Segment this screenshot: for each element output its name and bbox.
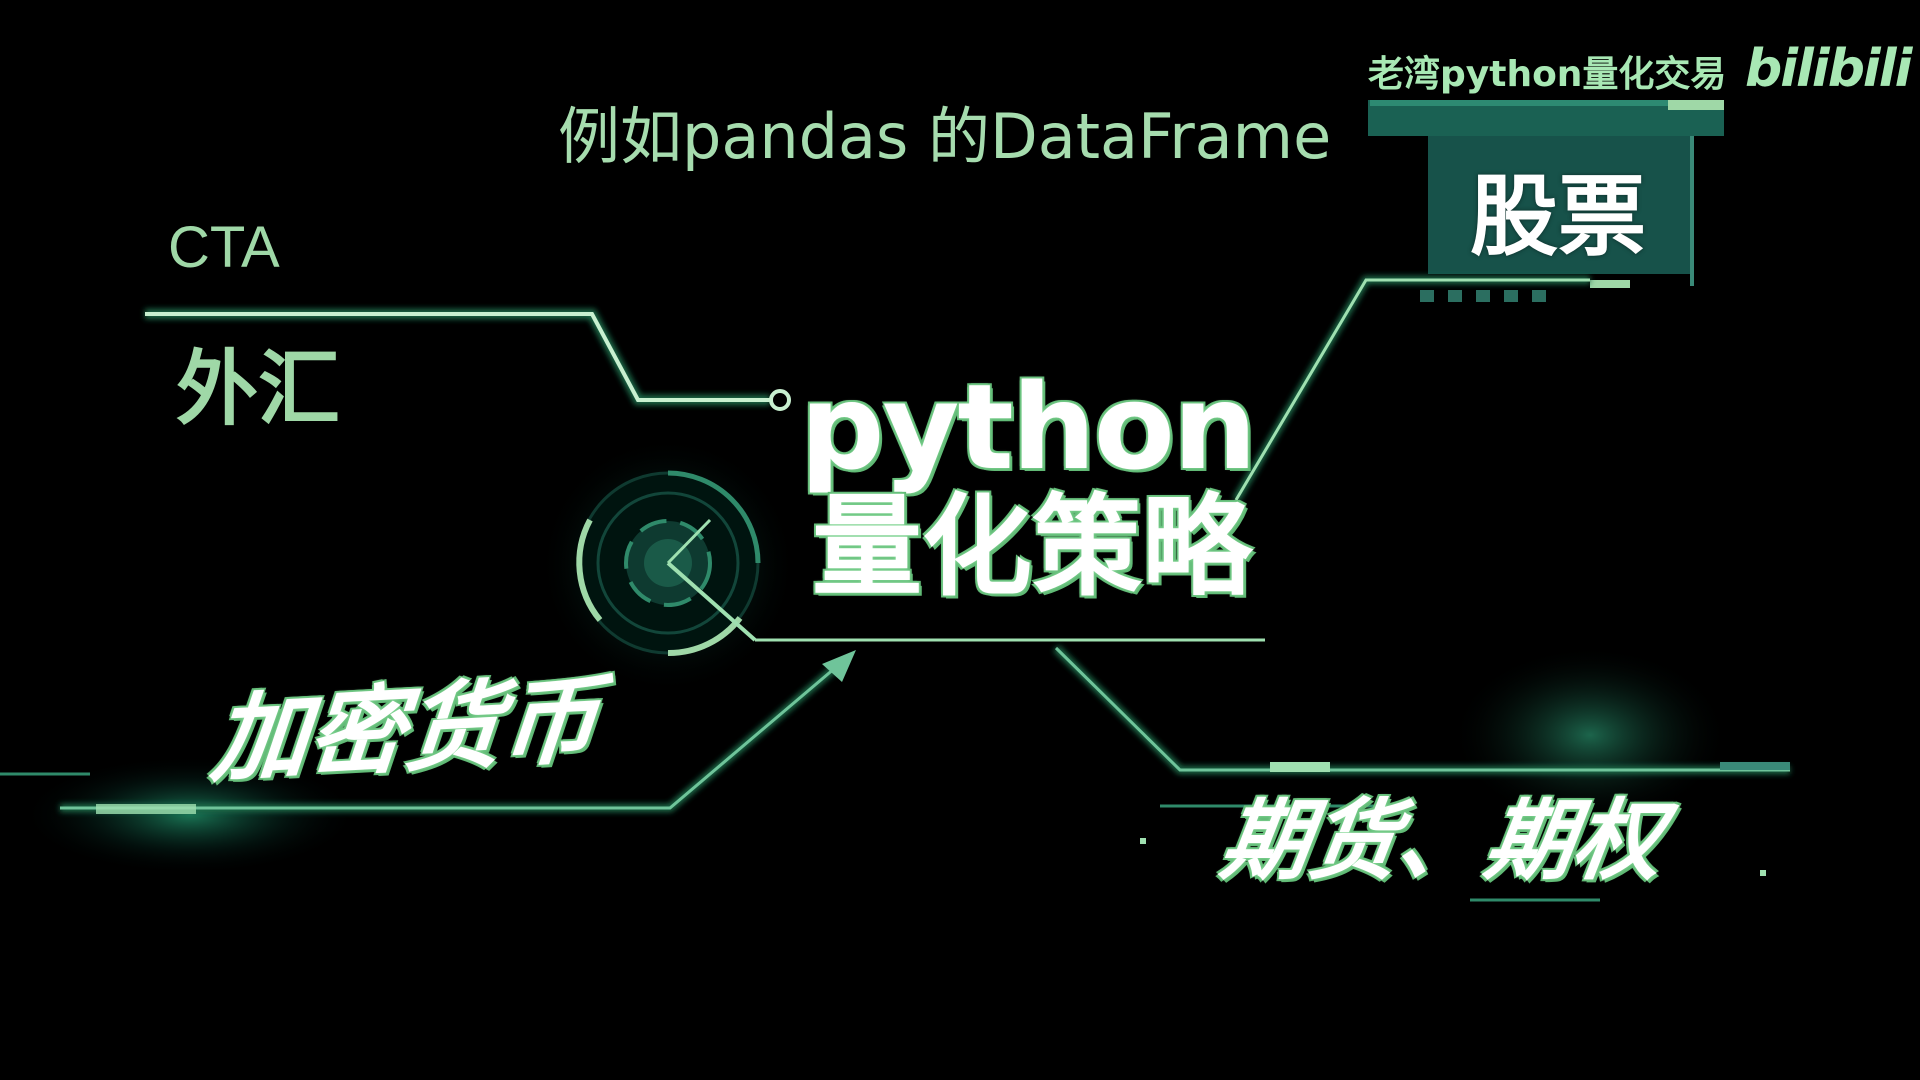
market-label-stocks: 股票	[1470, 165, 1647, 268]
main-title-line-2: 量化策略	[812, 483, 1252, 611]
main-title-line-1: python	[800, 358, 1257, 496]
subtitle-caption: 例如pandas 的DataFrame	[558, 100, 1332, 173]
target-reticle-icon	[576, 470, 761, 657]
video-frame: 例如pandas 的DataFrame 老湾python量化交易 bilibil…	[0, 0, 1920, 1080]
market-label-futures-options: 期货、期权	[1214, 789, 1670, 892]
market-label-cta: CTA	[168, 215, 280, 280]
market-label-crypto: 加密货币	[207, 663, 604, 796]
circuit-node-icon	[769, 389, 791, 411]
bilibili-logo: bilibili	[1745, 39, 1912, 99]
market-label-forex: 外汇	[176, 342, 341, 437]
channel-watermark: 老湾python量化交易	[1368, 54, 1727, 95]
connector-stocks	[1232, 276, 1590, 503]
